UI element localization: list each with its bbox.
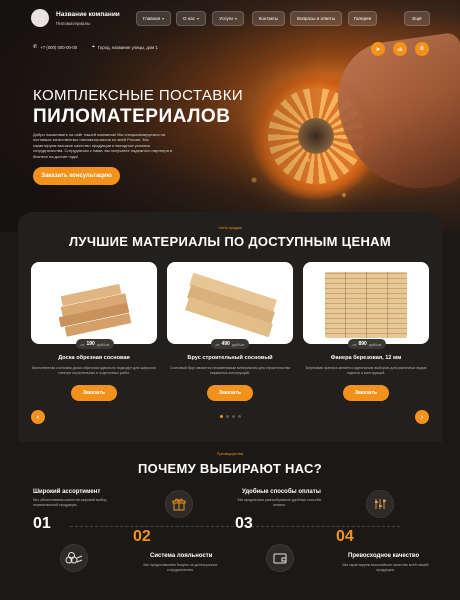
phone-icon: ✆ xyxy=(33,44,38,50)
product-name: Брус строительный сосновый xyxy=(187,355,273,361)
hero-title-line1: КОМПЛЕКСНЫЕ ПОСТАВКИ xyxy=(33,87,244,104)
phone-link[interactable]: ✆ +7 (000) 000-00-00 xyxy=(33,44,77,50)
vk-icon[interactable]: vk xyxy=(393,42,407,56)
pagination-dot[interactable] xyxy=(226,415,229,418)
product-description: Качественная сосновая доска обрезная иде… xyxy=(32,366,156,375)
nav-item-home[interactable]: Главная ▾ xyxy=(136,11,171,26)
hero-title-line2: ПИЛОМАТЕРИАЛОВ xyxy=(33,106,231,127)
brand-name: Название компании xyxy=(56,11,120,18)
odnoklassniki-icon[interactable]: ö xyxy=(415,42,429,56)
feature-title: Система лояльности xyxy=(150,553,213,559)
chevron-right-icon[interactable]: › xyxy=(415,410,429,424)
pagination-dot[interactable] xyxy=(220,415,223,418)
chevron-down-icon: ▾ xyxy=(162,16,165,21)
chevron-down-icon: ▾ xyxy=(196,16,199,21)
wallet-icon xyxy=(266,544,294,572)
pagination-dot[interactable] xyxy=(232,415,235,418)
telegram-icon[interactable]: ➤ xyxy=(371,42,385,56)
product-image-plywood[interactable] xyxy=(303,262,429,344)
feature-description: Мы обеспечиваем клиентов широкий выбор п… xyxy=(33,498,107,507)
product-image-boards[interactable] xyxy=(31,262,157,344)
why-eyebrow: Преимущества xyxy=(216,452,244,456)
price-pill: от 190 руб/шт xyxy=(76,339,114,349)
logo[interactable] xyxy=(31,9,49,27)
brand-subtitle: Пиломатериалы xyxy=(56,21,91,26)
hero-description: Добро пожаловать на сайт нашей компании!… xyxy=(33,132,173,159)
product-name: Фанера березовая, 12 мм xyxy=(330,355,402,361)
consultation-button[interactable]: Заказать консультацию xyxy=(33,167,120,185)
chevron-left-icon[interactable]: ‹ xyxy=(31,410,45,424)
location-pin-icon: ⌖ xyxy=(92,44,95,50)
nav-item-faq[interactable]: Вопросы и ответы xyxy=(290,11,342,26)
products-eyebrow: Хиты продаж xyxy=(218,226,242,230)
product-name: Доска обрезная сосновая xyxy=(58,355,130,361)
chevron-down-icon: ▾ xyxy=(234,16,237,21)
price-pill: от 490 руб/шт xyxy=(211,339,249,349)
why-title: ПОЧЕМУ ВЫБИРАЮТ НАС? xyxy=(138,461,322,476)
order-button[interactable]: Заказать xyxy=(207,385,253,401)
feature-number: 04 xyxy=(336,528,354,545)
feature-description: Мы предоставляем бонусы за долгосрочное … xyxy=(143,563,218,572)
product-image-beams[interactable] xyxy=(167,262,293,344)
carousel-pagination xyxy=(220,415,241,418)
logs-icon xyxy=(60,544,88,572)
order-button[interactable]: Заказать xyxy=(343,385,389,401)
nav-item-services[interactable]: Услуги ▾ xyxy=(212,11,244,26)
product-description: Березовая фанера является идеальным выбо… xyxy=(305,366,427,375)
quality-icon xyxy=(366,490,394,518)
nav-item-about[interactable]: О нас ▾ xyxy=(176,11,206,26)
product-description: Сосновый брус является незаменимым матер… xyxy=(170,366,290,375)
gift-icon xyxy=(165,490,193,518)
nav-item-more[interactable]: Ещё xyxy=(404,11,430,26)
feature-title: Широкий ассортимент xyxy=(33,489,101,495)
feature-title: Удобные способы оплаты xyxy=(242,489,321,495)
price-pill: от 890 руб/шт xyxy=(348,339,386,349)
feature-number: 02 xyxy=(133,528,151,545)
nav-item-contacts[interactable]: Контакты xyxy=(252,11,285,26)
feature-number: 01 xyxy=(33,515,51,532)
products-title: ЛУЧШИЕ МАТЕРИАЛЫ ПО ДОСТУПНЫМ ЦЕНАМ xyxy=(69,234,391,249)
feature-title: Превосходное качество xyxy=(348,553,420,559)
feature-description: Мы гарантируем высочайшее качество всей … xyxy=(342,563,429,572)
nav-item-gallery[interactable]: Галерея xyxy=(348,11,377,26)
pagination-dot[interactable] xyxy=(238,415,241,418)
order-button[interactable]: Заказать xyxy=(71,385,117,401)
feature-number: 03 xyxy=(235,515,253,532)
feature-description: Мы предлагаем разнообразные удобные спос… xyxy=(237,498,322,507)
header-bar: Название компании Пиломатериалы Главная ▾… xyxy=(22,5,438,33)
address: ⌖ Город, название улицы, дом 1 xyxy=(92,44,158,50)
